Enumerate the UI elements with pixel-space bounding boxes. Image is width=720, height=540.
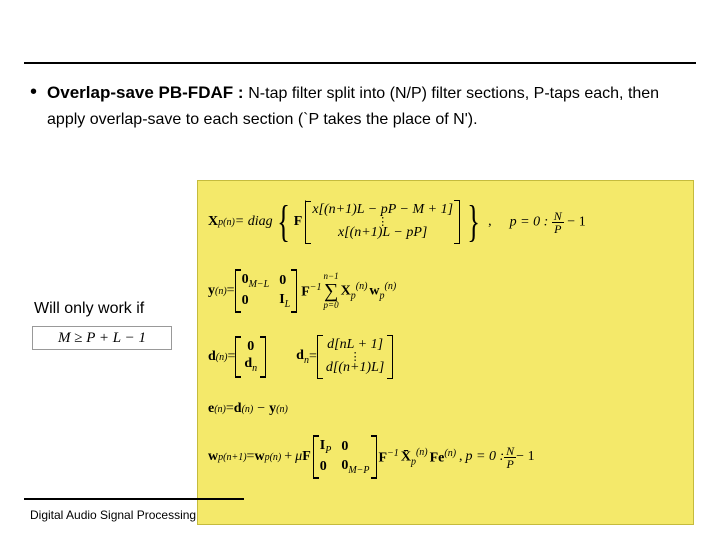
range-tail: − 1 xyxy=(567,214,585,229)
sum-bot: p=0 xyxy=(324,301,339,310)
e-y: y xyxy=(269,401,276,417)
comma-w: , xyxy=(459,449,463,465)
bullet-text: Overlap-save PB-FDAF : N-tap filter spli… xyxy=(47,80,690,132)
sup-wp: (n) xyxy=(385,281,397,292)
sup-n: (n) xyxy=(223,217,235,228)
footer-text: Digital Audio Signal Processing xyxy=(30,508,196,522)
w-range: p = 0 : xyxy=(466,449,505,465)
w-frac-N: N xyxy=(504,445,516,458)
frac-N: N xyxy=(552,210,564,223)
m-bl: 0 xyxy=(242,293,270,309)
wm-bl: 0 xyxy=(320,459,332,475)
d2-mid: ⋮ xyxy=(350,354,361,361)
eq-e: = xyxy=(226,401,234,417)
sup-xp: (n) xyxy=(356,281,368,292)
w-Fe-sup: (n) xyxy=(444,448,456,459)
eq-d: = xyxy=(227,349,235,365)
m-tl: 0 xyxy=(242,272,249,287)
sup-w: (n+1) xyxy=(223,452,246,463)
sup-d: (n) xyxy=(216,352,228,363)
m-tr: 0 xyxy=(279,273,290,289)
sym-mu: μ xyxy=(295,449,302,465)
d-top: 0 xyxy=(247,339,254,356)
formula-row-x: Xp(n) = diag { F x[(n+1)L − pP − M + 1] … xyxy=(208,189,683,255)
sup-w2: (n) xyxy=(270,452,282,463)
sub-wp: p xyxy=(380,290,385,301)
formula-row-d: d(n) = 0 dn dn = d[nL + 1] ⋮ d[(n+1)L] xyxy=(208,327,683,387)
sym-Finv: F xyxy=(301,284,310,299)
sym-y: y xyxy=(208,283,215,299)
m-br-sub: L xyxy=(285,299,291,310)
content-area: • Overlap-save PB-FDAF : N-tap filter sp… xyxy=(24,80,696,132)
title-rule xyxy=(24,62,696,64)
w-frac-P: P xyxy=(504,458,515,470)
sym-w: w xyxy=(208,449,218,465)
sym-F: F xyxy=(294,214,303,230)
range-p: p = 0 : xyxy=(510,214,549,229)
x-bot: x[(n+1)L − pP] xyxy=(338,225,427,242)
formula-row-y: y(n) = 0M−L 0 0 IL F−1 n−1 ∑ p=0 Xp(n) w… xyxy=(208,265,683,317)
eq-diag: = diag xyxy=(235,214,273,230)
sym-dn: d xyxy=(296,348,304,363)
sym-d: d xyxy=(208,349,216,365)
m-tl-sub: M−L xyxy=(249,279,270,290)
formula-row-w: wp(n+1) = wp(n) + μ F IP 0 0 0M−P F−1 X̄… xyxy=(208,431,683,483)
plus: + xyxy=(284,449,292,465)
sup-e: (n) xyxy=(214,404,226,415)
sum-symbol: n−1 ∑ p=0 xyxy=(324,272,339,310)
w-range-tail: − 1 xyxy=(516,449,534,465)
wm-tl-sub: P xyxy=(325,445,331,456)
e-d: d xyxy=(234,401,242,417)
w-rhs-w: w xyxy=(254,449,264,465)
sym-wp: w xyxy=(369,283,379,298)
w-Xbar: X̄ xyxy=(401,449,411,464)
sup-ed: (n) xyxy=(242,404,254,415)
sym-Xp: X xyxy=(341,283,351,298)
bullet-lead: Overlap-save PB-FDAF : xyxy=(47,83,244,102)
formula-row-e: e(n) = d(n) − y(n) xyxy=(208,397,683,421)
sup-ey: (n) xyxy=(276,404,288,415)
footer-rule xyxy=(24,498,244,500)
w-F: F xyxy=(302,449,311,465)
wm-br-sub: M−P xyxy=(348,465,369,476)
wm-tr: 0 xyxy=(341,439,369,455)
brace-r: } xyxy=(467,204,480,239)
brace-l: { xyxy=(277,204,290,239)
bullet-item: • Overlap-save PB-FDAF : N-tap filter sp… xyxy=(24,80,696,132)
eq-y: = xyxy=(227,283,235,299)
w-Xbar-sup: (n) xyxy=(416,447,428,458)
sup-y: (n) xyxy=(215,286,227,297)
d2-bot: d[(n+1)L] xyxy=(326,360,384,377)
sub-xp: p xyxy=(351,290,356,301)
frac-P: P xyxy=(552,223,563,235)
condition-label: Will only work if xyxy=(34,300,144,318)
d-bot: d xyxy=(244,356,252,371)
eq-dn: = xyxy=(309,349,317,365)
condition-formula: M ≥ P + L − 1 xyxy=(32,326,172,350)
minus: − xyxy=(257,401,265,417)
comma: , xyxy=(488,214,492,230)
bullet-marker: • xyxy=(30,80,37,132)
eq-w: = xyxy=(247,449,255,465)
sup-neg1: −1 xyxy=(310,282,322,293)
w-Finv-exp: −1 xyxy=(387,448,399,459)
formula-panel: Xp(n) = diag { F x[(n+1)L − pP − M + 1] … xyxy=(197,180,694,525)
d-bot-sub: n xyxy=(252,363,257,374)
sym-X: X xyxy=(208,214,218,230)
x-vdots: ⋮ xyxy=(377,219,388,226)
w-Fe: Fe xyxy=(430,450,445,465)
w-Finv: F xyxy=(379,450,388,465)
